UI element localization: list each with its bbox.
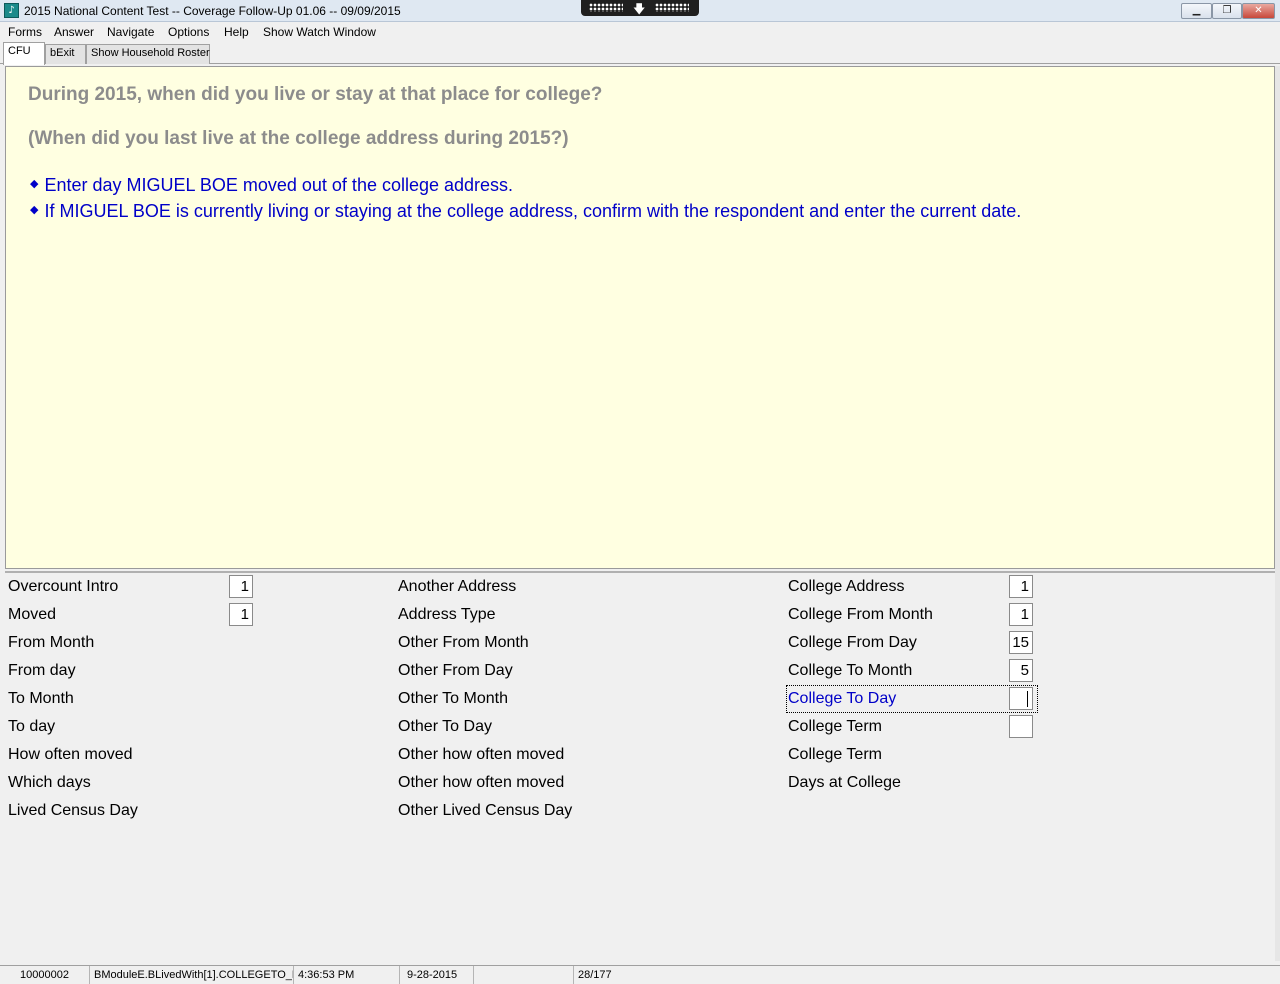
field-value-moved[interactable]: 1 [229, 603, 253, 626]
field-value-college-to-month[interactable]: 5 [1009, 659, 1033, 682]
bullet-diamond-icon: ◆ [30, 177, 39, 190]
field-label-other-from-month[interactable]: Other From Month [398, 634, 529, 652]
restore-button[interactable]: ❐ [1212, 3, 1242, 19]
drag-handle-icon [655, 3, 689, 12]
field-label-college-to-day[interactable]: College To Day [788, 690, 896, 708]
instruction-1: ◆ Enter day MIGUEL BOE moved out of the c… [30, 175, 513, 196]
text-caret [1027, 691, 1028, 707]
field-value-overcount-intro[interactable]: 1 [229, 575, 253, 598]
title-bar: ♪ 2015 National Content Test -- Coverage… [0, 0, 1280, 22]
field-value-college-from-month[interactable]: 1 [1009, 603, 1033, 626]
field-label-address-type[interactable]: Address Type [398, 606, 496, 624]
question-alt-text: (When did you last live at the college a… [28, 128, 569, 149]
status-page: 28/177 [578, 969, 612, 981]
field-label-other-lived-census-day[interactable]: Other Lived Census Day [398, 802, 572, 820]
field-label-other-to-month[interactable]: Other To Month [398, 690, 508, 708]
vertical-scrollbar[interactable] [1275, 66, 1280, 961]
question-panel: During 2015, when did you live or stay a… [5, 66, 1275, 569]
tab-bexit[interactable]: bExit [45, 44, 86, 64]
field-label-college-to-month[interactable]: College To Month [788, 662, 912, 680]
menu-help[interactable]: Help [224, 25, 249, 39]
field-label-college-term-2[interactable]: College Term [788, 746, 882, 764]
minimize-button[interactable]: ▁ [1181, 3, 1212, 19]
field-label-other-how-often-moved-2[interactable]: Other how often moved [398, 774, 564, 792]
field-label-college-from-month[interactable]: College From Month [788, 606, 933, 624]
tab-show-household-roster[interactable]: Show Household Roster [86, 44, 210, 64]
field-label-from-month[interactable]: From Month [8, 634, 94, 652]
question-text: During 2015, when did you live or stay a… [28, 84, 603, 105]
field-label-moved[interactable]: Moved [8, 606, 56, 624]
drag-handle-icon [589, 3, 623, 12]
field-label-other-to-day[interactable]: Other To Day [398, 718, 492, 736]
field-label-days-at-college[interactable]: Days at College [788, 774, 901, 792]
field-label-college-from-day[interactable]: College From Day [788, 634, 917, 652]
menu-answer[interactable]: Answer [54, 25, 94, 39]
field-label-lived-census-day[interactable]: Lived Census Day [8, 802, 138, 820]
field-label-overcount-intro[interactable]: Overcount Intro [8, 578, 118, 596]
status-time: 4:36:53 PM [294, 966, 400, 984]
tab-bar: CFU bExit Show Household Roster [0, 42, 1280, 65]
field-label-other-from-day[interactable]: Other From Day [398, 662, 513, 680]
field-panel: Overcount Intro 1 Moved 1 From Month Fro… [5, 571, 1275, 961]
field-value-college-term[interactable] [1009, 715, 1033, 738]
field-value-college-to-day-input[interactable] [1009, 687, 1033, 710]
bullet-diamond-icon: ◆ [30, 203, 39, 216]
status-bar: 10000002 BModuleE.BLivedWith[1].COLLEGET… [0, 965, 1280, 984]
instruction-1-text: Enter day MIGUEL BOE moved out of the co… [44, 175, 514, 195]
field-value-college-address[interactable]: 1 [1009, 575, 1033, 598]
remote-session-toolbar[interactable]: 🡇 [581, 0, 699, 16]
status-blank [474, 966, 574, 984]
field-value-college-from-day[interactable]: 15 [1009, 631, 1033, 654]
field-label-college-address[interactable]: College Address [788, 578, 905, 596]
restore-icon: ❐ [1222, 5, 1232, 16]
close-button[interactable]: ✕ [1242, 3, 1275, 19]
field-label-to-month[interactable]: To Month [8, 690, 74, 708]
menu-forms[interactable]: Forms [8, 25, 42, 39]
menu-bar: Forms Answer Navigate Options Help Show … [0, 22, 1280, 42]
instruction-2: ◆ If MIGUEL BOE is currently living or st… [30, 201, 1021, 222]
minimize-icon: ▁ [1192, 5, 1201, 16]
window-title: 2015 National Content Test -- Coverage F… [24, 4, 401, 18]
field-label-other-how-often-moved[interactable]: Other how often moved [398, 746, 564, 764]
field-label-another-address[interactable]: Another Address [398, 578, 516, 596]
status-field-path: BModuleE.BLivedWith[1].COLLEGETO_D [90, 966, 294, 984]
field-label-college-term[interactable]: College Term [788, 718, 882, 736]
menu-options[interactable]: Options [168, 25, 209, 39]
status-date: 9-28-2015 [400, 966, 474, 984]
menu-show-watch-window[interactable]: Show Watch Window [263, 25, 376, 39]
arrow-down-icon[interactable]: 🡇 [633, 0, 645, 21]
field-label-which-days[interactable]: Which days [8, 774, 91, 792]
tab-cfu[interactable]: CFU [3, 42, 45, 65]
app-logo-icon: ♪ [4, 3, 19, 18]
field-label-to-day[interactable]: To day [8, 718, 55, 736]
menu-navigate[interactable]: Navigate [107, 25, 154, 39]
instruction-2-text: If MIGUEL BOE is currently living or sta… [44, 201, 1022, 221]
field-label-how-often-moved[interactable]: How often moved [8, 746, 133, 764]
close-icon: ✕ [1254, 5, 1263, 16]
status-case-id: 10000002 [0, 966, 90, 984]
field-label-from-day[interactable]: From day [8, 662, 76, 680]
